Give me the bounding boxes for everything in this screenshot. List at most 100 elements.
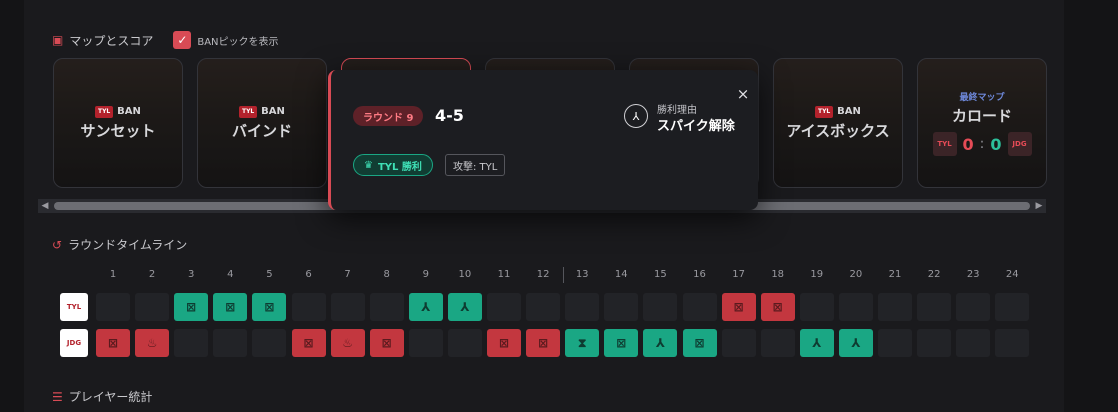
round-cell[interactable] bbox=[565, 293, 600, 321]
elim-icon: ⊠ bbox=[107, 336, 119, 350]
round-cell[interactable] bbox=[956, 329, 991, 357]
round-cell[interactable]: ♨ bbox=[330, 329, 365, 357]
map-card-sunset[interactable]: TYL BAN サンセット bbox=[53, 58, 183, 188]
round-cell[interactable]: ⅄ bbox=[643, 329, 678, 357]
jdg-logo: JDG bbox=[1007, 132, 1032, 156]
timeline-section-header: ↺ ラウンドタイムライン bbox=[52, 236, 187, 253]
elim-icon: ⊠ bbox=[303, 336, 314, 350]
round-cell[interactable] bbox=[995, 329, 1030, 357]
round-number: 5 bbox=[266, 269, 273, 280]
round-number: 1 bbox=[109, 269, 117, 280]
round-cell[interactable] bbox=[878, 329, 912, 357]
round-number: 24 bbox=[1005, 269, 1019, 280]
elim-icon: ⊠ bbox=[616, 336, 627, 350]
spike-icon: ♨ bbox=[342, 336, 353, 350]
jdg-row-logo: JDG bbox=[60, 329, 88, 357]
round-cell[interactable] bbox=[878, 293, 912, 321]
round-number: 12 bbox=[536, 269, 550, 280]
elim-icon: ⊠ bbox=[694, 336, 705, 350]
round-number: 7 bbox=[344, 269, 351, 280]
round-cell[interactable] bbox=[408, 329, 443, 357]
map-score: TYL 0 : 0 JDG bbox=[932, 132, 1032, 156]
round-number: 4 bbox=[227, 269, 234, 280]
elim-icon: ⊠ bbox=[264, 300, 275, 314]
round-number: 17 bbox=[732, 269, 745, 280]
round-cell[interactable] bbox=[721, 329, 756, 357]
round-cell[interactable]: ⊠ bbox=[604, 329, 639, 357]
round-cell[interactable] bbox=[135, 293, 170, 321]
round-cell[interactable]: ⅄ bbox=[447, 293, 482, 321]
round-cell[interactable]: ⊠ bbox=[721, 293, 756, 321]
round-cell[interactable] bbox=[838, 293, 873, 321]
map-card-icebox[interactable]: TYL BAN アイスボックス bbox=[773, 58, 903, 188]
round-cell[interactable]: ⊠ bbox=[252, 293, 287, 321]
ban-tag: BAN bbox=[837, 106, 861, 117]
round-cell[interactable] bbox=[291, 293, 326, 321]
round-cell[interactable]: ⅄ bbox=[838, 329, 873, 357]
ban-toggle-label[interactable]: BANピックを表示 bbox=[197, 33, 278, 48]
map-card-bind[interactable]: TYL BAN バインド bbox=[197, 58, 327, 188]
round-cell[interactable] bbox=[604, 293, 639, 321]
ban-toggle-checkbox[interactable]: ✓ bbox=[173, 31, 192, 49]
round-cell[interactable]: ⊠ bbox=[213, 293, 248, 321]
map-card-ascent[interactable] bbox=[341, 58, 471, 188]
round-cell[interactable] bbox=[917, 293, 952, 321]
round-number: 3 bbox=[188, 269, 195, 280]
round-number: 6 bbox=[305, 269, 312, 280]
round-cell[interactable] bbox=[995, 293, 1030, 321]
round-cell[interactable] bbox=[369, 293, 404, 321]
round-cell[interactable] bbox=[213, 329, 248, 357]
map-card-lotus[interactable]: 最終マップ カロード TYL 0 : 0 JDG bbox=[917, 58, 1047, 188]
round-cell[interactable]: ⊠ bbox=[682, 329, 717, 357]
map-card-5[interactable] bbox=[629, 58, 759, 188]
round-cell[interactable]: ⊠ bbox=[174, 293, 209, 321]
round-cell[interactable] bbox=[526, 293, 561, 321]
score-right: 0 bbox=[990, 134, 1002, 154]
timeline-section-title: ラウンドタイムライン bbox=[68, 238, 188, 252]
tyloo-logo: TYL bbox=[815, 105, 834, 118]
round-cell[interactable] bbox=[682, 293, 717, 321]
round-cell[interactable]: ⧗ bbox=[565, 329, 600, 357]
defuse-icon: ⅄ bbox=[812, 336, 822, 350]
map-name: アイスボックス bbox=[786, 121, 890, 140]
map-name: バインド bbox=[231, 121, 292, 140]
round-cell[interactable]: ⊠ bbox=[96, 329, 130, 357]
time-icon: ⧗ bbox=[577, 335, 587, 350]
round-cell[interactable] bbox=[174, 329, 209, 357]
round-cell[interactable] bbox=[252, 329, 287, 357]
stats-section-title: プレイヤー統計 bbox=[68, 390, 153, 404]
round-cell[interactable]: ⊠ bbox=[291, 329, 326, 357]
round-number: 20 bbox=[849, 269, 863, 280]
round-cell[interactable] bbox=[643, 293, 678, 321]
round-cell[interactable]: ⅄ bbox=[799, 329, 834, 357]
final-map-tag: 最終マップ bbox=[959, 93, 1005, 103]
round-cell[interactable]: ⊠ bbox=[369, 329, 404, 357]
round-cell[interactable]: ⊠ bbox=[487, 329, 521, 357]
round-cell[interactable] bbox=[760, 329, 795, 357]
round-cell[interactable] bbox=[799, 293, 834, 321]
ban-tag: BAN bbox=[261, 106, 285, 117]
round-cell[interactable] bbox=[917, 329, 952, 357]
map-name: サンセット bbox=[80, 121, 156, 140]
round-number: 16 bbox=[693, 269, 706, 280]
round-cell[interactable] bbox=[96, 293, 130, 321]
elim-icon: ⊠ bbox=[225, 300, 236, 314]
round-cell[interactable]: ⅄ bbox=[408, 293, 443, 321]
score-left: 0 bbox=[962, 134, 974, 154]
round-cell[interactable] bbox=[487, 293, 521, 321]
round-cell[interactable]: ⊠ bbox=[760, 293, 795, 321]
score-separator: : bbox=[979, 136, 985, 152]
round-number: 9 bbox=[422, 269, 429, 280]
round-number: 22 bbox=[927, 269, 941, 280]
round-cell[interactable]: ♨ bbox=[135, 329, 170, 357]
round-cell[interactable]: ⊠ bbox=[526, 329, 561, 357]
round-cell[interactable] bbox=[330, 293, 365, 321]
defuse-icon: ⅄ bbox=[421, 300, 431, 314]
ban-tag: BAN bbox=[117, 106, 141, 117]
map-card-4[interactable] bbox=[485, 58, 615, 188]
scroll-right-icon[interactable]: ▶ bbox=[1034, 201, 1044, 211]
tyloo-logo: TYL bbox=[95, 105, 114, 118]
scroll-left-icon[interactable]: ◀ bbox=[40, 201, 50, 211]
round-cell[interactable] bbox=[956, 293, 991, 321]
round-cell[interactable] bbox=[447, 329, 482, 357]
